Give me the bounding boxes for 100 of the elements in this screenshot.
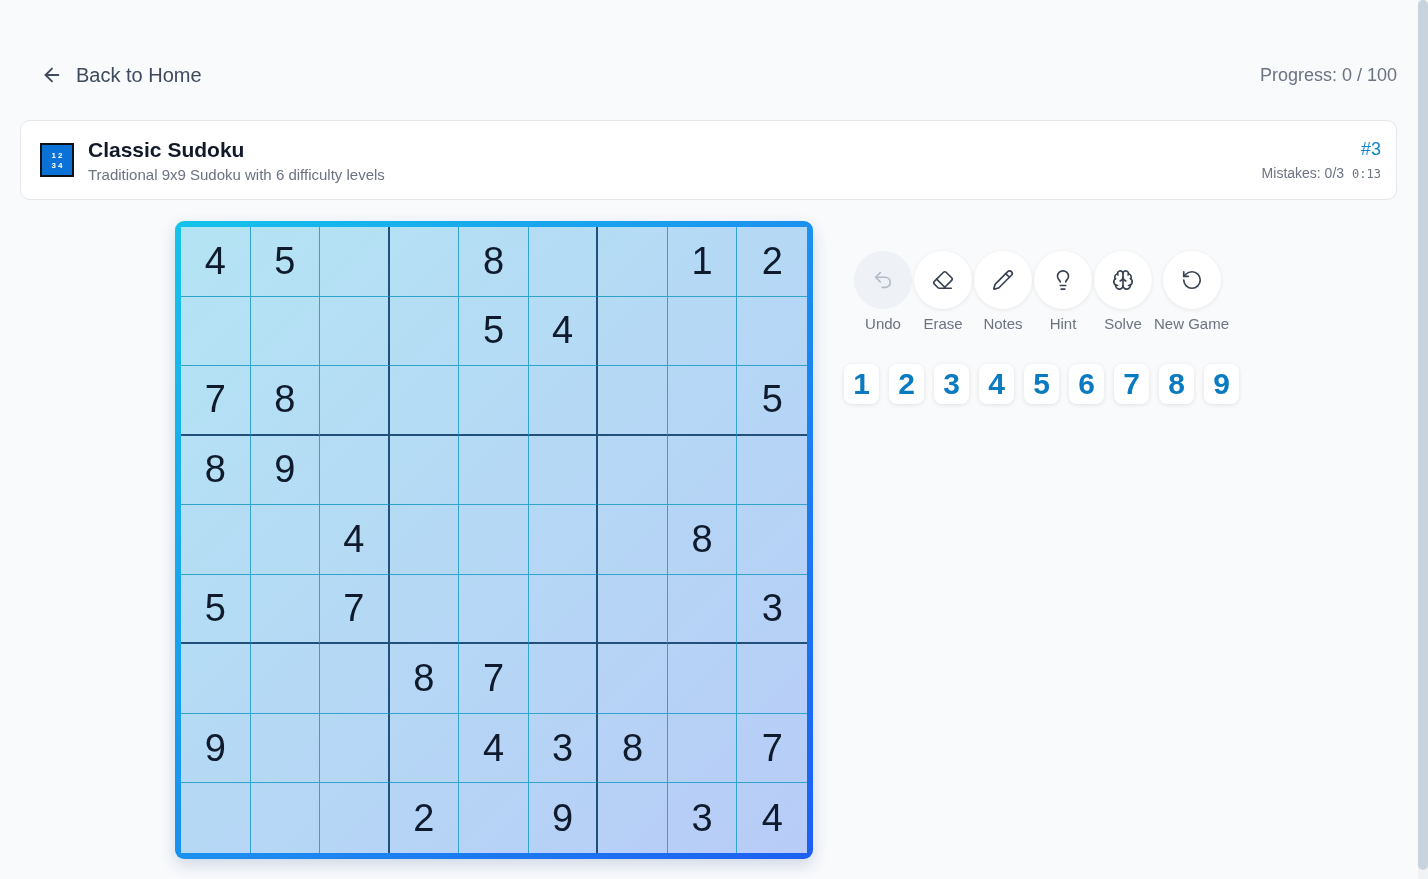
- game-title: Classic Sudoku: [88, 137, 246, 162]
- board-cell[interactable]: [667, 644, 738, 714]
- board-cell[interactable]: [459, 574, 529, 645]
- number-button[interactable]: 8: [1159, 364, 1194, 404]
- board-cell[interactable]: [250, 713, 321, 784]
- board-cell[interactable]: [598, 227, 668, 297]
- board-cell[interactable]: [528, 644, 599, 714]
- board-cell[interactable]: 5: [250, 227, 321, 297]
- board-cell[interactable]: [528, 574, 599, 645]
- scrollbar-thumb[interactable]: [1418, 0, 1428, 870]
- board-cell[interactable]: [667, 574, 738, 645]
- board-cell[interactable]: 4: [737, 783, 807, 853]
- back-link[interactable]: Back to Home: [41, 63, 202, 87]
- solve-button[interactable]: Solve: [1094, 251, 1152, 332]
- board-cell[interactable]: [598, 366, 668, 436]
- number-button[interactable]: 7: [1114, 364, 1149, 404]
- board-cell[interactable]: [320, 296, 390, 367]
- board-cell[interactable]: [459, 505, 529, 575]
- number-button[interactable]: 3: [934, 364, 969, 404]
- board-cell[interactable]: [181, 505, 251, 575]
- board-cell[interactable]: [320, 713, 390, 784]
- progress-text: Progress: 0 / 100: [1259, 64, 1397, 86]
- board-cell[interactable]: [389, 435, 460, 506]
- board-cell[interactable]: [389, 296, 460, 367]
- board-cell[interactable]: 8: [667, 505, 738, 575]
- mistakes-counter: Mistakes: 0/3: [1261, 165, 1345, 181]
- number-button[interactable]: 4: [979, 364, 1014, 404]
- board-cell[interactable]: [250, 296, 321, 367]
- board-cell[interactable]: 7: [320, 574, 390, 645]
- board-cell[interactable]: [389, 574, 460, 645]
- board-cell[interactable]: [598, 435, 668, 506]
- board-cell[interactable]: [250, 505, 321, 575]
- board-cell[interactable]: [389, 227, 460, 297]
- board-cell[interactable]: 8: [181, 435, 251, 506]
- board-cell[interactable]: 8: [598, 713, 668, 784]
- board-cell[interactable]: 7: [181, 366, 251, 436]
- board-cell[interactable]: 8: [250, 366, 321, 436]
- number-button[interactable]: 6: [1069, 364, 1104, 404]
- restart-icon: [1162, 251, 1221, 309]
- board-cell[interactable]: [598, 644, 668, 714]
- board-cell[interactable]: 5: [737, 366, 807, 436]
- board-cell[interactable]: [389, 505, 460, 575]
- board-cell[interactable]: [528, 505, 599, 575]
- board-cell[interactable]: 2: [389, 783, 460, 853]
- board-cell[interactable]: [320, 435, 390, 506]
- number-button[interactable]: 2: [889, 364, 924, 404]
- number-button[interactable]: 5: [1024, 364, 1059, 404]
- board-cell[interactable]: 4: [528, 296, 599, 367]
- board-cell[interactable]: [320, 366, 390, 436]
- board-cell[interactable]: 4: [459, 713, 529, 784]
- board-cell[interactable]: [667, 435, 738, 506]
- board-cell[interactable]: [528, 227, 599, 297]
- board-cell[interactable]: [667, 296, 738, 367]
- board-cell[interactable]: 4: [320, 505, 390, 575]
- board-cell[interactable]: 7: [737, 713, 807, 784]
- number-button[interactable]: 9: [1204, 364, 1239, 404]
- board-cell[interactable]: 8: [389, 644, 460, 714]
- board-cell[interactable]: 4: [181, 227, 251, 297]
- board-cell[interactable]: 5: [181, 574, 251, 645]
- board-cell[interactable]: [320, 227, 390, 297]
- board-cell[interactable]: [181, 644, 251, 714]
- board-cell[interactable]: [250, 644, 321, 714]
- board-cell[interactable]: [181, 296, 251, 367]
- board-cell[interactable]: 1: [667, 227, 738, 297]
- board-cell[interactable]: [528, 366, 599, 436]
- board-cell[interactable]: [528, 435, 599, 506]
- board-cell[interactable]: [667, 366, 738, 436]
- logo-digits: 3 4: [51, 160, 63, 170]
- brain-icon: [1094, 251, 1152, 309]
- board-cell[interactable]: 7: [459, 644, 529, 714]
- board-cell[interactable]: 3: [528, 713, 599, 784]
- puzzle-number: #3: [1360, 139, 1381, 160]
- board-cell[interactable]: [320, 644, 390, 714]
- pencil-icon: [974, 251, 1032, 309]
- board-cell[interactable]: 9: [181, 713, 251, 784]
- erase-button[interactable]: Erase: [914, 251, 972, 332]
- hint-button[interactable]: Hint: [1034, 251, 1092, 332]
- board-cell[interactable]: [389, 713, 460, 784]
- timer: 0:13: [1352, 167, 1381, 181]
- board-cell[interactable]: [598, 505, 668, 575]
- number-button[interactable]: 1: [844, 364, 879, 404]
- board-cell[interactable]: 9: [528, 783, 599, 853]
- board-cell[interactable]: 3: [737, 574, 807, 645]
- board-cell[interactable]: [598, 296, 668, 367]
- logo-digits: 1 2: [51, 150, 63, 160]
- board-cell[interactable]: [389, 366, 460, 436]
- board-cell[interactable]: [598, 574, 668, 645]
- board-cell[interactable]: [667, 713, 738, 784]
- board-cell[interactable]: [250, 574, 321, 645]
- board-cell[interactable]: 8: [459, 227, 529, 297]
- lightbulb-icon: [1034, 251, 1092, 309]
- game-subtitle: Traditional 9x9 Sudoku with 6 difficulty levels: [88, 165, 385, 183]
- board-cell[interactable]: 9: [250, 435, 321, 506]
- notes-button[interactable]: Notes: [974, 251, 1032, 332]
- board-cell[interactable]: [459, 435, 529, 506]
- board-cell[interactable]: [459, 366, 529, 436]
- board-cell[interactable]: 3: [667, 783, 738, 853]
- board-cell[interactable]: 5: [459, 296, 529, 367]
- new-game-button[interactable]: New Game: [1154, 251, 1229, 332]
- board-cell[interactable]: 2: [737, 227, 807, 297]
